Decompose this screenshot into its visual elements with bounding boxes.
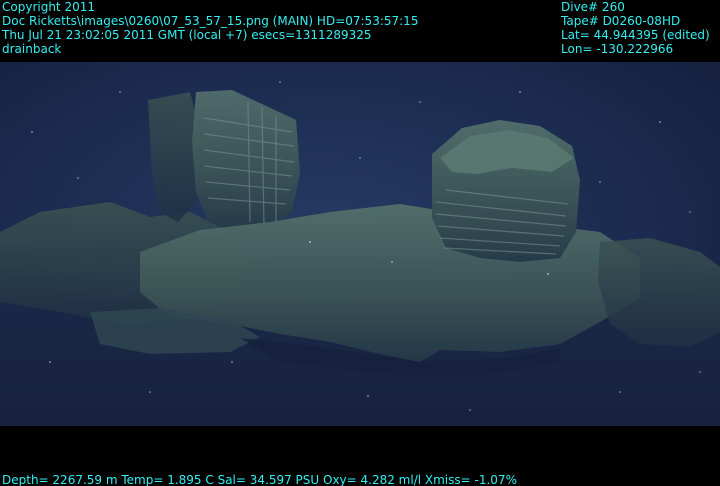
latitude: Lat= 44.944395 (edited) bbox=[561, 28, 710, 42]
overlay-bottom: Depth= 2267.59 m Temp= 1.895 C Sal= 34.5… bbox=[2, 473, 517, 486]
video-frame: Copyright 2011 Doc Ricketts\images\0260\… bbox=[0, 0, 720, 486]
image-path-text: Doc Ricketts\images\0260\07_53_57_15.png… bbox=[2, 14, 419, 28]
overlay-top-right: Dive# 260 Tape# D0260-08HD Lat= 44.94439… bbox=[561, 0, 710, 56]
dive-number: Dive# 260 bbox=[561, 0, 625, 14]
seafloor-scene bbox=[0, 62, 720, 426]
timestamp-text: Thu Jul 21 23:02:05 2011 GMT (local +7) … bbox=[2, 28, 372, 42]
sensor-readout: Depth= 2267.59 m Temp= 1.895 C Sal= 34.5… bbox=[2, 473, 517, 486]
copyright-text: Copyright 2011 bbox=[2, 0, 95, 14]
overlay-top-left: Copyright 2011 Doc Ricketts\images\0260\… bbox=[2, 0, 418, 56]
feature-label: drainback bbox=[2, 42, 62, 56]
tape-number: Tape# D0260-08HD bbox=[561, 14, 681, 28]
longitude: Lon= -130.222966 bbox=[561, 42, 674, 56]
